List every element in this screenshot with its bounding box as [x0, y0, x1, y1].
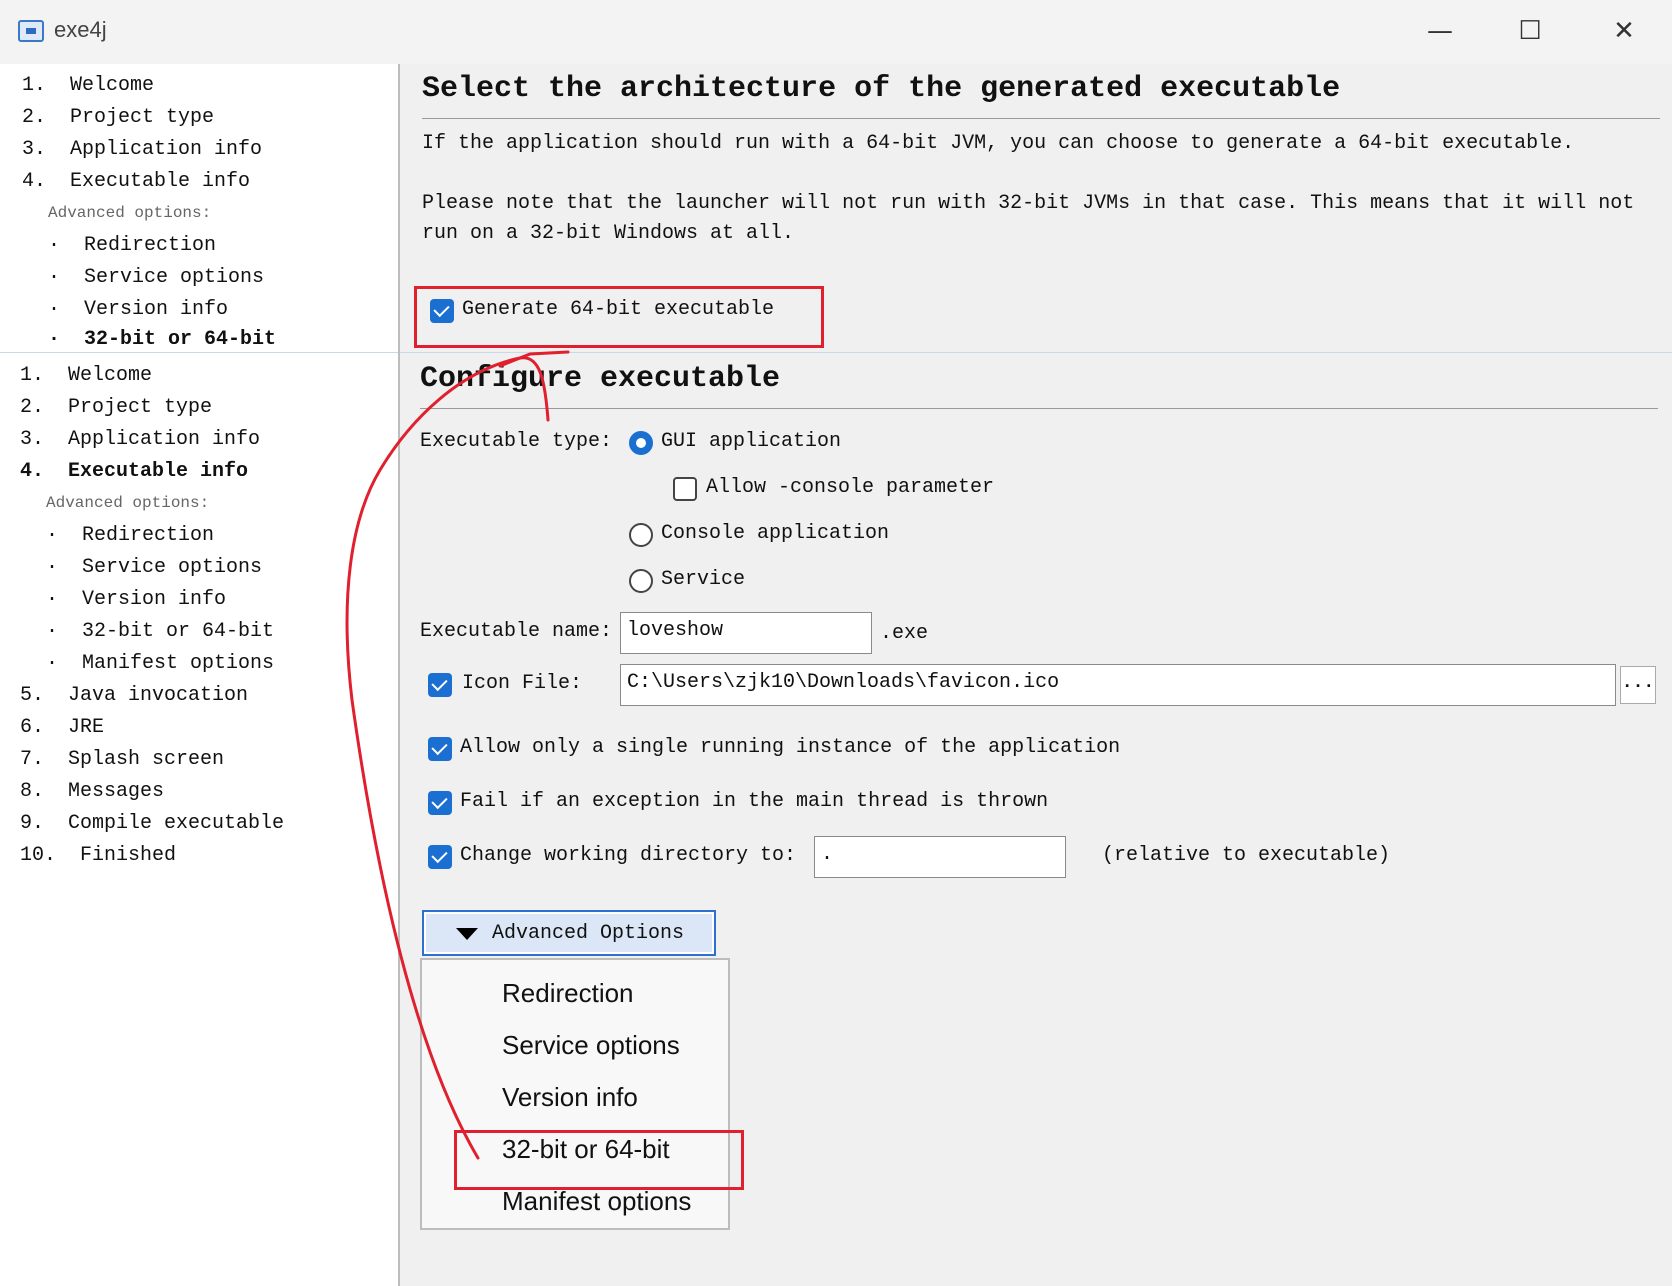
- menu-item-service-options[interactable]: Service options: [502, 1030, 680, 1061]
- close-icon[interactable]: ✕: [1600, 14, 1648, 50]
- nav-item-compile-executable[interactable]: 9. Compile executable: [20, 812, 284, 835]
- triangle-down-icon: [456, 928, 478, 940]
- warning-text-line1: Please note that the launcher will not r…: [422, 192, 1635, 215]
- description-text: If the application should run with a 64-…: [422, 132, 1575, 155]
- fail-exception-label[interactable]: Fail if an exception in the main thread …: [460, 790, 1048, 813]
- service-radio[interactable]: [629, 569, 653, 593]
- icon-file-input[interactable]: C:\Users\zjk10\Downloads\favicon.ico: [620, 664, 1616, 706]
- console-application-label[interactable]: Console application: [661, 522, 889, 545]
- icon-file-label[interactable]: Icon File:: [462, 672, 582, 695]
- menu-item-version-info[interactable]: Version info: [502, 1082, 638, 1113]
- warning-text-line2: run on a 32-bit Windows at all.: [422, 222, 795, 245]
- working-directory-input[interactable]: .: [814, 836, 1066, 878]
- relative-note: (relative to executable): [1102, 844, 1391, 867]
- nav-item-messages[interactable]: 8. Messages: [20, 780, 164, 803]
- fail-exception-checkbox[interactable]: [428, 791, 452, 815]
- nav-item-version-info[interactable]: · Version info: [48, 298, 228, 321]
- nav-item-manifest-options[interactable]: · Manifest options: [46, 652, 274, 675]
- app-icon: [18, 20, 44, 42]
- nav-item-project-type[interactable]: 2. Project type: [22, 106, 214, 129]
- page-title: Select the architecture of the generated…: [422, 72, 1341, 106]
- nav-item-jre[interactable]: 6. JRE: [20, 716, 104, 739]
- nav-advanced-heading: Advanced options:: [46, 494, 210, 512]
- change-directory-checkbox[interactable]: [428, 845, 452, 869]
- exe-suffix: .exe: [880, 622, 929, 645]
- title-divider: [420, 408, 1658, 409]
- nav-item-redirection[interactable]: · Redirection: [48, 234, 216, 257]
- nav-advanced-heading: Advanced options:: [48, 204, 212, 222]
- nav-item-java-invocation[interactable]: 5. Java invocation: [20, 684, 248, 707]
- nav-item-32-or-64-bit[interactable]: · 32-bit or 64-bit: [48, 328, 276, 351]
- service-label[interactable]: Service: [661, 568, 745, 591]
- nav-item-version-info[interactable]: · Version info: [46, 588, 226, 611]
- minimize-icon[interactable]: —: [1416, 14, 1464, 50]
- nav-item-welcome[interactable]: 1. Welcome: [20, 364, 152, 387]
- annotation-highlight-menu-item: [454, 1130, 744, 1190]
- gui-application-label[interactable]: GUI application: [661, 430, 841, 453]
- change-directory-label[interactable]: Change working directory to:: [460, 844, 796, 867]
- advanced-options-button[interactable]: Advanced Options: [422, 910, 716, 956]
- menu-item-redirection[interactable]: Redirection: [502, 978, 634, 1009]
- nav-item-project-type[interactable]: 2. Project type: [20, 396, 212, 419]
- nav-item-executable-info[interactable]: 4. Executable info: [22, 170, 250, 193]
- nav-item-executable-info[interactable]: 4. Executable info: [20, 460, 248, 483]
- nav-item-32-or-64-bit[interactable]: · 32-bit or 64-bit: [46, 620, 274, 643]
- nav-item-redirection[interactable]: · Redirection: [46, 524, 214, 547]
- nav-item-splash-screen[interactable]: 7. Splash screen: [20, 748, 224, 771]
- single-instance-checkbox[interactable]: [428, 737, 452, 761]
- nav-item-service-options[interactable]: · Service options: [48, 266, 264, 289]
- nav-item-welcome[interactable]: 1. Welcome: [22, 74, 154, 97]
- gui-application-radio[interactable]: [629, 431, 653, 455]
- nav-item-application-info[interactable]: 3. Application info: [22, 138, 262, 161]
- menu-item-manifest-options[interactable]: Manifest options: [502, 1186, 691, 1217]
- maximize-icon[interactable]: ☐: [1506, 14, 1554, 50]
- nav-item-service-options[interactable]: · Service options: [46, 556, 262, 579]
- advanced-options-label: Advanced Options: [492, 922, 685, 945]
- allow-console-parameter-checkbox[interactable]: [673, 477, 697, 501]
- console-application-radio[interactable]: [629, 523, 653, 547]
- icon-file-checkbox[interactable]: [428, 673, 452, 697]
- nav-item-finished[interactable]: 10. Finished: [20, 844, 176, 867]
- executable-type-label: Executable type:: [420, 430, 613, 453]
- executable-name-input[interactable]: loveshow: [620, 612, 872, 654]
- single-instance-label[interactable]: Allow only a single running instance of …: [460, 736, 1120, 759]
- nav-item-application-info[interactable]: 3. Application info: [20, 428, 260, 451]
- page-title: Configure executable: [420, 362, 781, 396]
- executable-name-label: Executable name:: [420, 620, 613, 643]
- browse-icon-button[interactable]: ...: [1620, 666, 1656, 704]
- title-divider: [422, 118, 1660, 119]
- annotation-highlight-64bit: [414, 286, 824, 348]
- allow-console-parameter-label[interactable]: Allow -console parameter: [706, 476, 994, 499]
- window-title: exe4j: [54, 17, 107, 42]
